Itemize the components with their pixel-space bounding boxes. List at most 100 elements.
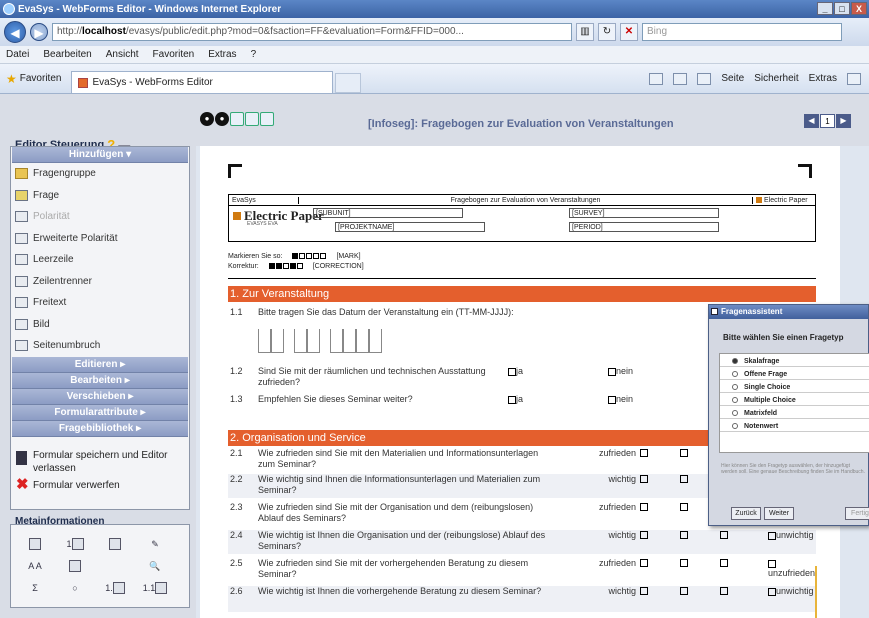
font-size-icon[interactable]: A A	[15, 557, 55, 575]
grid-icon[interactable]	[230, 112, 244, 126]
section-form-attributes-header[interactable]: Formularattribute ▸	[12, 404, 188, 421]
section-question-library-header[interactable]: Fragebibliothek ▸	[12, 420, 188, 437]
option-grade[interactable]: Notenwert	[720, 421, 869, 432]
scale-right-option[interactable]: unwichtig	[768, 530, 814, 540]
scale-checkbox[interactable]	[640, 503, 648, 511]
back-dialog-button[interactable]: Zurück	[731, 507, 761, 520]
radio-button[interactable]	[732, 384, 738, 390]
field-project[interactable]: [PROJEKTNAME]	[335, 222, 485, 232]
scale-checkbox[interactable]	[768, 531, 776, 540]
tool-question[interactable]: Frage	[11, 185, 189, 207]
tool-page-break[interactable]: Seitenumbruch	[11, 335, 189, 357]
zoom-out-icon[interactable]: ●	[215, 112, 229, 126]
pencil-icon[interactable]: ✎	[135, 535, 175, 553]
radio-button[interactable]	[732, 423, 738, 429]
tool-line-separator[interactable]: Zeilentrenner	[11, 271, 189, 293]
radio-button[interactable]	[732, 410, 738, 416]
gear-icon[interactable]	[15, 535, 55, 553]
tool-extended-polarity[interactable]: Erweiterte Polarität	[11, 228, 189, 250]
page-list-icon[interactable]: 1.1	[135, 579, 175, 597]
close-button[interactable]: X	[851, 2, 867, 15]
home-icon[interactable]	[649, 72, 664, 85]
no-option[interactable]: nein	[608, 366, 633, 376]
radio-button[interactable]	[732, 371, 738, 377]
checkbox[interactable]	[508, 367, 516, 376]
scale-checkbox[interactable]	[680, 587, 688, 595]
question-2-6[interactable]: 2.6 Wie wichtig ist Ihnen die vorhergehe…	[228, 586, 816, 612]
feeds-icon[interactable]	[673, 72, 688, 85]
search-input[interactable]: Bing	[642, 23, 842, 41]
checkbox[interactable]	[608, 395, 616, 404]
table-icon[interactable]	[55, 557, 95, 575]
option-multiple-choice[interactable]: Multiple Choice	[720, 395, 869, 406]
scale-checkbox[interactable]	[680, 503, 688, 511]
maximize-button[interactable]: □	[834, 2, 850, 15]
page-number-icon[interactable]: 1	[55, 535, 95, 553]
option-open[interactable]: Offene Frage	[720, 369, 869, 380]
menu-file[interactable]: Datei	[6, 49, 29, 60]
circle-icon[interactable]: ○	[55, 579, 95, 597]
scale-checkbox[interactable]	[640, 449, 648, 457]
forward-button[interactable]: ▶	[30, 23, 48, 41]
print-icon[interactable]	[697, 72, 712, 85]
scale-checkbox[interactable]	[720, 531, 728, 539]
save-form-button[interactable]: Formular speichern und Editor verlassen	[11, 449, 189, 475]
scale-checkbox[interactable]	[720, 587, 728, 595]
menu-view[interactable]: Ansicht	[106, 49, 139, 60]
sum-icon[interactable]: Σ	[15, 579, 55, 597]
tool-freetext[interactable]: Freitext	[11, 292, 189, 314]
question-2-5[interactable]: 2.5 Wie zufrieden sind Sie mit der vorhe…	[228, 558, 816, 582]
tools-menu[interactable]: Extras	[809, 73, 837, 84]
tool-question-group[interactable]: Fragengruppe	[11, 163, 189, 185]
scale-checkbox[interactable]	[640, 475, 648, 483]
help-icon[interactable]	[847, 72, 861, 85]
option-single-choice[interactable]: Single Choice	[720, 382, 869, 393]
menu-edit[interactable]: Bearbeiten	[43, 49, 91, 60]
section-add-header[interactable]: Hinzufügen ▾	[12, 147, 188, 163]
section-move-header[interactable]: Verschieben ▸	[12, 388, 188, 405]
zoom-in-icon[interactable]: ●	[200, 112, 214, 126]
yes-option[interactable]: ja	[508, 366, 523, 376]
radio-button[interactable]	[732, 397, 738, 403]
checkbox[interactable]	[508, 395, 516, 404]
next-dialog-button[interactable]: Weiter	[764, 507, 794, 520]
tool-blank-line[interactable]: Leerzeile	[11, 249, 189, 271]
yes-option[interactable]: ja	[508, 394, 523, 404]
safety-menu[interactable]: Sicherheit	[754, 73, 798, 84]
field-survey[interactable]: [SURVEY]	[569, 208, 719, 218]
section-edit-header[interactable]: Editieren ▸	[12, 356, 188, 373]
scale-checkbox[interactable]	[768, 587, 776, 596]
checkbox[interactable]	[608, 367, 616, 376]
section-1-header[interactable]: 1. Zur Veranstaltung	[228, 286, 816, 302]
date-input-boxes[interactable]	[258, 329, 382, 353]
option-scale[interactable]: Skalafrage	[720, 356, 869, 367]
scale-checkbox[interactable]	[640, 587, 648, 595]
finish-dialog-button[interactable]: Fertig	[845, 507, 869, 520]
scale-checkbox[interactable]	[680, 531, 688, 539]
menu-tools[interactable]: Extras	[208, 49, 236, 60]
scale-right-option[interactable]: unzufrieden	[768, 558, 816, 578]
page-grid-icon[interactable]: 1.	[95, 579, 135, 597]
field-period[interactable]: [PERIOD]	[569, 222, 719, 232]
pdf-icon[interactable]	[245, 112, 259, 126]
discard-form-button[interactable]: ✖ Formular verwerfen	[11, 477, 189, 492]
scale-checkbox[interactable]	[720, 559, 728, 567]
new-tab-button[interactable]	[335, 72, 362, 93]
layout-icon[interactable]	[260, 112, 274, 126]
option-matrix[interactable]: Matrixfeld	[720, 408, 869, 419]
stop-icon[interactable]: ✕	[620, 23, 638, 41]
dialog-titlebar[interactable]: Fragenassistent	[709, 305, 868, 319]
back-button[interactable]: ◀	[4, 21, 26, 43]
next-page-button[interactable]: ▶	[836, 114, 851, 128]
page-icon[interactable]	[95, 535, 135, 553]
prev-page-button[interactable]: ◀	[804, 114, 819, 128]
magnifier-icon[interactable]: 🔍	[135, 557, 175, 575]
scale-checkbox[interactable]	[640, 559, 648, 567]
compat-icon[interactable]: ▥	[576, 23, 594, 41]
scale-right-option[interactable]: unwichtig	[768, 586, 814, 596]
scale-checkbox[interactable]	[680, 449, 688, 457]
menu-help[interactable]: ?	[251, 49, 257, 60]
field-subunit[interactable]: [SUBUNIT]	[313, 208, 463, 218]
refresh-icon[interactable]: ↻	[598, 23, 616, 41]
page-number[interactable]: 1	[820, 114, 835, 128]
